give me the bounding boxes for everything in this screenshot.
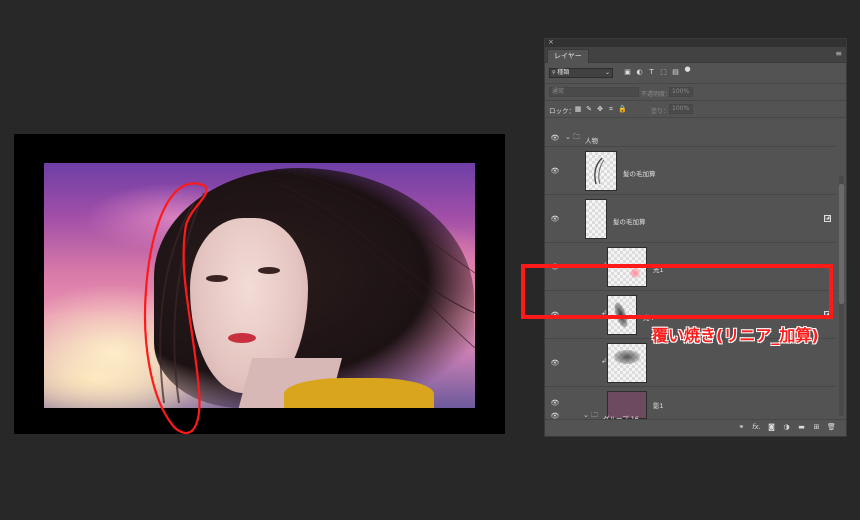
adjustment-icon[interactable]: ◑ <box>782 423 791 432</box>
lock-image-icon[interactable]: ✎ <box>585 105 593 113</box>
layer-thumbnail <box>585 199 607 239</box>
lock-artboard-icon[interactable]: ⌗ <box>607 105 615 113</box>
layer-thumbnail <box>585 151 617 191</box>
layer-name: 髪の毛加算 <box>623 170 656 178</box>
layer-name: 影1 <box>653 402 664 410</box>
layer-name: 髪の毛加算 <box>613 218 646 226</box>
filter-toggle-icon[interactable]: ● <box>683 65 692 74</box>
layer-row[interactable]: 👁 髪の毛加算 <box>545 147 835 195</box>
layer-name: 人物 <box>585 137 598 145</box>
eye-icon[interactable]: 👁 <box>550 134 560 142</box>
blend-row: 通常 不透明度： 100% <box>545 84 846 101</box>
image-filter-icon[interactable]: ▣ <box>623 68 632 77</box>
folder-icon: 🗀 <box>573 133 580 141</box>
panel-titlebar[interactable]: × <box>545 38 846 47</box>
lock-row: ロック： ▦ ✎ ✥ ⌗ 🔒 塗り： 100% <box>545 101 846 118</box>
link-icon[interactable]: ⚭ <box>737 423 746 432</box>
close-icon[interactable]: × <box>548 38 554 46</box>
lock-position-icon[interactable]: ✥ <box>596 105 604 113</box>
highlight-box <box>521 264 833 319</box>
smart-object-icon: ◪ <box>824 215 831 222</box>
fill-label: 塗り： <box>651 108 670 115</box>
shape-filter-icon[interactable]: ⬚ <box>659 68 668 77</box>
brush-stroke <box>614 350 640 364</box>
opacity-value: 100% <box>672 88 690 95</box>
opacity-label: 不透明度： <box>641 91 672 98</box>
lock-transparent-icon[interactable]: ▦ <box>574 105 582 113</box>
chevron-down-icon[interactable]: ⌄ <box>565 133 571 141</box>
tab-layers[interactable]: レイヤー <box>547 49 589 63</box>
panel-menu-icon[interactable]: ≡ <box>835 49 842 58</box>
filter-kind-select[interactable]: ⚲ 種類 ⌄ <box>549 68 613 78</box>
layers-bottom-toolbar: ⚭ fx. ◙ ◑ ▬ ⊞ 🗑 <box>545 419 846 436</box>
scrollbar-thumb[interactable] <box>839 184 844 304</box>
folder-icon[interactable]: ▬ <box>797 423 806 432</box>
new-layer-icon[interactable]: ⊞ <box>812 423 821 432</box>
blend-mode-value: 通常 <box>552 88 565 95</box>
smart-object-filter-icon[interactable]: ▤ <box>671 68 680 77</box>
blend-mode-select[interactable]: 通常 <box>549 87 639 97</box>
layer-group-row[interactable]: 👁 ⌄ 🗀 人物 <box>545 130 835 147</box>
eye-icon[interactable]: 👁 <box>550 359 560 367</box>
fill-field[interactable]: 100% <box>669 104 693 114</box>
fx-icon[interactable]: fx. <box>752 423 761 432</box>
eye-icon[interactable]: 👁 <box>550 167 560 175</box>
lock-all-icon[interactable]: 🔒 <box>618 105 627 113</box>
adjustment-filter-icon[interactable]: ◐ <box>635 68 644 77</box>
mask-icon[interactable]: ◙ <box>767 423 776 432</box>
layer-thumbnail <box>607 343 647 383</box>
opacity-field[interactable]: 100% <box>669 87 693 97</box>
annotation-label: 覆い焼き(リニア_加算) <box>652 326 819 345</box>
layers-panel: × レイヤー ≡ ⚲ 種類 ⌄ ▣ ◐ T ⬚ ▤ ● 通常 不透明度： 100… <box>544 38 847 437</box>
layer-row[interactable]: 👁 ↲ <box>545 339 835 387</box>
photo-canvas[interactable] <box>44 163 475 408</box>
eye-icon[interactable]: 👁 <box>550 399 560 407</box>
fill-value: 100% <box>672 105 690 112</box>
panel-tab-row: レイヤー ≡ <box>545 47 846 63</box>
filter-kind-label: 種類 <box>557 69 570 76</box>
lock-label: ロック： <box>549 107 575 115</box>
type-filter-icon[interactable]: T <box>647 68 656 77</box>
layer-row[interactable]: 👁 髪の毛加算 ◪ <box>545 195 835 243</box>
trash-icon[interactable]: 🗑 <box>827 423 836 432</box>
eye-icon[interactable]: 👁 <box>550 215 560 223</box>
chevron-right-icon[interactable]: ⌄ <box>583 412 589 419</box>
clipping-mask-icon: ↲ <box>601 357 607 365</box>
layer-scrollbar[interactable] <box>839 176 844 416</box>
chevron-down-icon: ⌄ <box>604 69 610 76</box>
filter-row: ⚲ 種類 ⌄ ▣ ◐ T ⬚ ▤ ● <box>545 63 846 84</box>
hair-strands <box>159 172 475 404</box>
